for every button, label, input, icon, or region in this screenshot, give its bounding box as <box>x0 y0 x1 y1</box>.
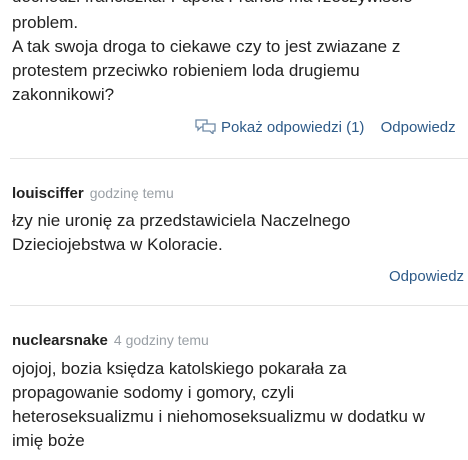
comment-2-actions: Odpowiedz <box>389 268 464 285</box>
divider <box>10 158 468 159</box>
comment-3-line-1: ojojoj, bozia księdza katolskiego pokara… <box>12 359 347 378</box>
comment-3-meta: nuclearsnake 4 godziny temu <box>12 332 209 350</box>
comment-time: godzinę temu <box>89 185 174 201</box>
divider <box>10 305 468 306</box>
comment-2-line-2: Dzieciojebstwa w Koloracie. <box>12 235 223 254</box>
reply-link[interactable]: Odpowiedz <box>381 119 456 136</box>
comment-2-line-1: łzy nie uronię za przedstawiciela Naczel… <box>12 211 351 230</box>
comment-author[interactable]: louisciffer <box>12 185 84 202</box>
comment-3-line-2: propagowanie sodomy i gomory, czyli <box>12 383 295 402</box>
comment-1-body: problem. A tak swoja droga to ciekawe cz… <box>12 11 400 107</box>
comment-3-line-3: heteroseksualizmu i niehomoseksualizmu w… <box>12 407 425 426</box>
comment-1-line-4: zakonnikowi? <box>12 85 115 104</box>
show-replies-label: Pokaż odpowiedzi (1) <box>221 119 365 136</box>
comment-3-body: ojojoj, bozia księdza katolskiego pokara… <box>12 357 425 453</box>
comment-3-line-4: imię boże <box>12 431 85 450</box>
comment-1-actions: Pokaż odpowiedzi (1) Odpowiedz <box>195 118 456 138</box>
comment-1-text-cut: docnodzi franciszka. Papoia Francis ma r… <box>12 0 413 8</box>
comment-2-body: łzy nie uronię za przedstawiciela Naczel… <box>12 209 350 257</box>
comment-2-meta: louisciffer godzinę temu <box>12 185 174 203</box>
comment-time: 4 godziny temu <box>113 332 209 348</box>
comment-author[interactable]: nuclearsnake <box>12 332 108 349</box>
comment-1-line-3: protestem przeciwko robieniem loda drugi… <box>12 61 360 80</box>
comment-1-line-2: A tak swoja droga to ciekawe czy to jest… <box>12 37 401 56</box>
show-replies-link[interactable]: Pokaż odpowiedzi (1) <box>195 119 369 136</box>
comment-1-line-1: problem. <box>12 13 79 32</box>
speech-bubbles-icon <box>195 118 217 138</box>
reply-link[interactable]: Odpowiedz <box>389 268 464 285</box>
